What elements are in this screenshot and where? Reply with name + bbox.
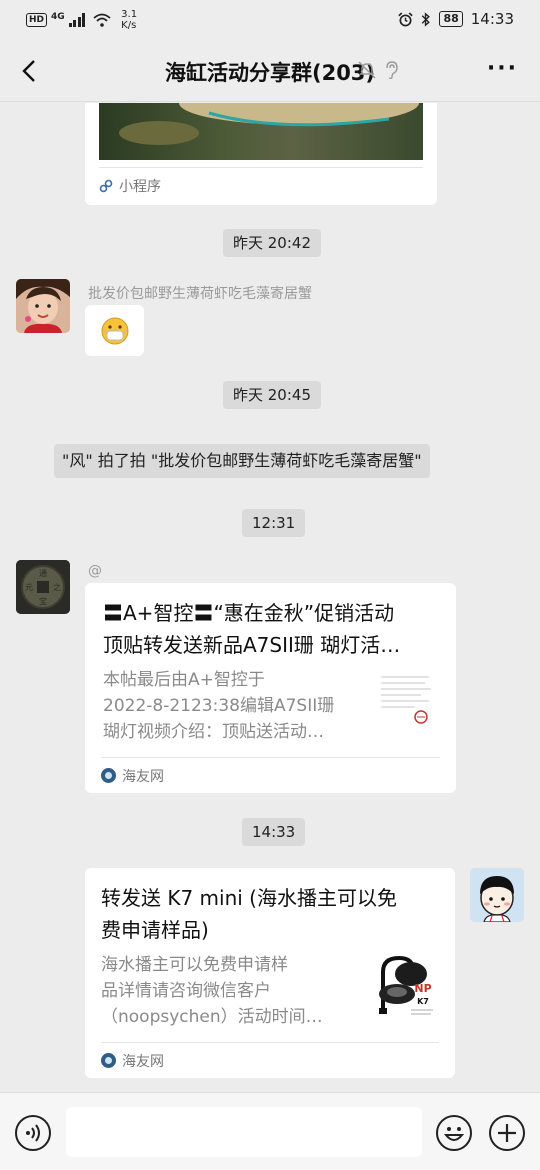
source-logo-icon xyxy=(101,768,116,783)
status-bar: HD 4G 3.1 K/s 88 14:33 xyxy=(0,0,540,40)
card-desc-line2: 品详情请咨询微信客户 xyxy=(101,981,271,1001)
card-thumbnail: NP K7 xyxy=(373,952,435,1020)
ear-icon xyxy=(386,61,398,80)
battery-icon: 88 xyxy=(439,11,463,27)
message-input[interactable] xyxy=(66,1107,422,1157)
card-source: 小程序 xyxy=(99,167,423,203)
timestamp: 昨天 20:45 xyxy=(223,381,321,409)
emoji-message[interactable] xyxy=(85,305,144,356)
card-desc-line3: 瑚灯视频介绍：顶贴送活动… xyxy=(103,722,324,742)
card-thumbnail xyxy=(375,667,437,735)
svg-text:通: 通 xyxy=(39,568,47,578)
speed-unit: K/s xyxy=(121,20,137,31)
source-logo-icon xyxy=(101,1053,116,1068)
card-source-label: 海友网 xyxy=(122,1053,164,1070)
thumb-model: K7 xyxy=(417,997,429,1006)
signal-icon xyxy=(68,13,86,27)
hd-indicator: HD xyxy=(26,13,48,27)
status-time: 14:33 xyxy=(470,10,514,28)
thumb-brand: NP xyxy=(414,982,431,995)
network-type: 4G xyxy=(51,12,65,22)
card-desc-line2: 2022-8-2123:38编辑A7SII珊 xyxy=(103,696,335,716)
svg-text:元: 元 xyxy=(25,583,33,592)
card-title-line2: 费申请样品) xyxy=(101,918,209,942)
card-desc-line1: 本帖最后由A+智控于 xyxy=(103,670,265,690)
speed-value: 3.1 xyxy=(121,9,138,20)
card-desc-line3: （noopsychen）活动时间… xyxy=(101,1007,323,1027)
bluetooth-icon xyxy=(422,11,431,27)
plus-button[interactable] xyxy=(489,1115,525,1151)
timestamp: 12:31 xyxy=(242,509,306,537)
page-title: 海缸活动分享群(203) xyxy=(164,61,376,85)
avatar[interactable] xyxy=(16,279,70,333)
more-icon[interactable]: ··· xyxy=(487,56,518,81)
link-icon xyxy=(99,179,113,192)
plus-icon xyxy=(498,1124,516,1142)
emoji-button[interactable] xyxy=(436,1115,472,1151)
svg-text:之: 之 xyxy=(53,582,61,592)
link-card[interactable]: 转发送 K7 mini (海水播主可以免 费申请样品) 海水播主可以免费申请样 … xyxy=(85,868,455,1078)
mask-face-emoji-icon xyxy=(101,317,128,345)
svg-text:宝: 宝 xyxy=(39,596,47,606)
card-title-line1: 转发送 K7 mini (海水播主可以免 xyxy=(101,886,397,910)
chat-header: 海缸活动分享群(203) ··· xyxy=(0,40,540,102)
avatar[interactable] xyxy=(470,868,524,922)
card-source-label: 海友网 xyxy=(122,768,164,785)
alarm-icon xyxy=(398,11,414,26)
timestamp: 14:33 xyxy=(242,818,306,846)
network-speed: 3.1 K/s xyxy=(121,9,137,31)
card-desc-line1: 海水播主可以免费申请样 xyxy=(101,955,288,975)
smiley-icon xyxy=(443,1127,465,1141)
sender-nickname: 批发价包邮野生薄荷虾吃毛藻寄居蟹 xyxy=(88,286,312,302)
mute-bell-icon xyxy=(358,61,376,79)
link-card[interactable]: 〓A+智控〓“惠在金秋”促销活动 顶贴转发送新品A7SII珊 瑚灯活… 本帖最后… xyxy=(85,583,456,793)
mini-program-image xyxy=(99,103,423,160)
card-source: 海友网 xyxy=(101,1042,439,1078)
timestamp: 昨天 20:42 xyxy=(223,229,321,257)
card-source: 海友网 xyxy=(101,757,440,793)
card-source-label: 小程序 xyxy=(119,178,161,195)
pat-notice: "风" 拍了拍 "批发价包邮野生薄荷虾吃毛藻寄居蟹" xyxy=(54,444,430,478)
wifi-icon xyxy=(93,13,111,27)
input-bar xyxy=(0,1092,540,1170)
avatar[interactable]: 通 宝 元 之 xyxy=(16,560,70,614)
card-title-line1: 〓A+智控〓“惠在金秋”促销活动 xyxy=(103,601,395,625)
mini-program-card[interactable]: 小程序 xyxy=(85,103,437,205)
voice-icon xyxy=(26,1124,40,1142)
chat-area[interactable]: 小程序 昨天 20:42 批发价包邮野生薄荷虾吃毛藻寄居蟹 昨天 20:45 "… xyxy=(0,103,540,1090)
voice-button[interactable] xyxy=(15,1115,51,1151)
card-title-line2: 顶贴转发送新品A7SII珊 瑚灯活… xyxy=(103,633,401,657)
sender-nickname: @ xyxy=(88,563,102,579)
